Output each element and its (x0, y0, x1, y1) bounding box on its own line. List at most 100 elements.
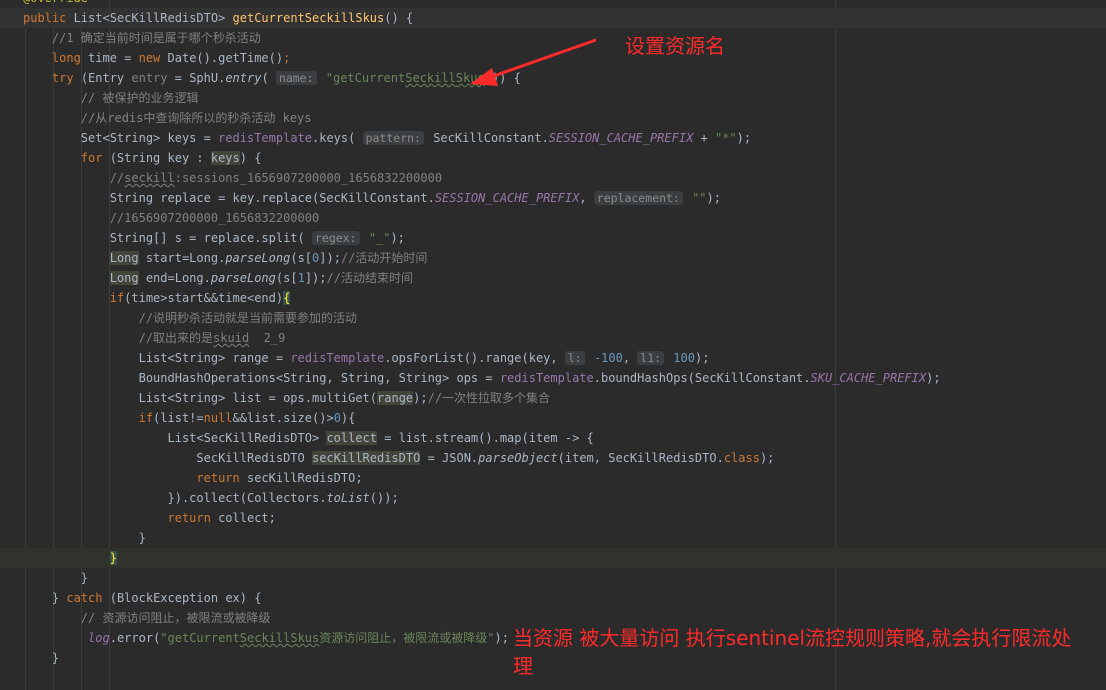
code-token: return (167, 511, 219, 525)
code-token: Long (109, 251, 139, 265)
parameter-hint: l: (564, 351, 585, 365)
code-line[interactable]: Long end=Long.parseLong(s[1]);//活动结束时间 (0, 268, 1106, 288)
code-token: getCurrentSeckillSkus (232, 11, 385, 25)
parameter-hint: pattern: (362, 131, 424, 145)
code-token: } (23, 591, 67, 605)
code-token: SESSION_CACHE_PREFIX (548, 131, 694, 145)
code-token: List<SecKillRedisDTO> (23, 431, 327, 445)
code-editor[interactable]: @Override public List<SecKillRedisDTO> ge… (0, 0, 1106, 690)
code-line[interactable]: return secKillRedisDTO; (0, 468, 1106, 488)
code-line[interactable]: // 被保护的业务逻辑 (0, 88, 1106, 108)
code-line[interactable]: SecKillRedisDTO secKillRedisDTO = JSON.p… (0, 448, 1106, 468)
code-token: // (23, 171, 125, 185)
code-token: redisTemplate (499, 371, 594, 385)
code-token: BoundHashOperations<String, String, Stri… (23, 371, 500, 385)
code-line[interactable]: @Override (0, 0, 1106, 8)
code-token: (s[ (275, 271, 298, 285)
code-token: } (109, 551, 117, 565)
code-line[interactable]: } (0, 548, 1106, 568)
code-token: List<String> range = (23, 351, 291, 365)
code-token: + (693, 131, 715, 145)
code-token: .opsForList().range(key, (384, 351, 565, 365)
code-line[interactable]: List<String> range = redisTemplate.opsFo… (0, 348, 1106, 368)
code-token: //从redis中查询除所以的秒杀活动 keys (23, 111, 312, 125)
code-token: //1 确定当前时间是属于哪个秒杀活动 (23, 31, 261, 45)
code-line[interactable]: } (0, 568, 1106, 588)
code-token: skuid (213, 331, 250, 345)
code-token: parseLong (210, 271, 276, 285)
code-token: "getCurrent (318, 71, 406, 85)
code-token: class (723, 451, 760, 465)
code-token: Skus (290, 631, 320, 645)
code-token: 1 (297, 271, 305, 285)
code-line[interactable]: for (String key : keys) { (0, 148, 1106, 168)
code-token: SESSION_CACHE_PREFIX (434, 191, 580, 205)
code-line[interactable]: if(time>start&&time<end){ (0, 288, 1106, 308)
code-line[interactable]: //1 确定当前时间是属于哪个秒杀活动 (0, 28, 1106, 48)
code-token: SecKillConstant. (425, 131, 549, 145)
code-line[interactable]: //1656907200000_1656832200000 (0, 208, 1106, 228)
code-token: } (23, 651, 60, 665)
code-token: -100 (586, 351, 623, 365)
code-token: seckill (124, 171, 175, 185)
code-line[interactable]: //从redis中查询除所以的秒杀活动 keys (0, 108, 1106, 128)
code-line[interactable]: //取出来的是skuid 2_9 (0, 328, 1106, 348)
code-token: () { (384, 11, 414, 25)
code-line[interactable]: if(list!=null&&list.size()>0){ (0, 408, 1106, 428)
code-line[interactable]: long time = new Date().getTime(); (0, 48, 1106, 68)
code-token: ]); (319, 251, 341, 265)
annotation-flow-control-line2: 理 (513, 654, 533, 678)
code-line[interactable]: } catch (BlockException ex) { (0, 588, 1106, 608)
code-token: // 资源访问阻止，被限流或被降级 (23, 611, 271, 625)
code-line[interactable]: Set<String> keys = redisTemplate.keys( p… (0, 128, 1106, 148)
code-token: ( (261, 71, 276, 85)
code-token: ) { (239, 151, 262, 165)
code-line[interactable]: BoundHashOperations<String, String, Stri… (0, 368, 1106, 388)
code-line[interactable]: String replace = key.replace(SecKillCons… (0, 188, 1106, 208)
code-token: List<String> list = ops.multiGet( (23, 391, 378, 405)
annotation-resource-name: 设置资源名 (625, 34, 725, 58)
code-token: parseLong (225, 251, 291, 265)
code-token: Seckill (405, 71, 456, 85)
code-token: } (23, 531, 146, 545)
code-token: collect (326, 431, 378, 445)
code-token: catch (66, 591, 110, 605)
code-line[interactable]: Long start=Long.parseLong(s[0]);//活动开始时间 (0, 248, 1106, 268)
code-line[interactable]: //seckill:sessions_1656907200000_1656832… (0, 168, 1106, 188)
annotation-flow-control-line1: 当资源 被大量访问 执行sentinel流控规则策略,就会执行限流处 (513, 626, 1072, 650)
code-token: redisTemplate (290, 351, 385, 365)
code-line[interactable]: public List<SecKillRedisDTO> getCurrentS… (0, 8, 1106, 28)
code-token: ); (706, 191, 721, 205)
code-token: ); (413, 391, 428, 405)
code-line[interactable] (0, 668, 1106, 688)
code-line[interactable]: String[] s = replace.split( regex: "_"); (0, 228, 1106, 248)
code-token: "*" (714, 131, 737, 145)
code-token: List<SecKillRedisDTO> (73, 11, 233, 25)
code-token: Long (109, 271, 139, 285)
code-line[interactable]: List<String> list = ops.multiGet(range);… (0, 388, 1106, 408)
code-line[interactable]: } (0, 528, 1106, 548)
parameter-hint: regex: (311, 231, 360, 245)
code-token: // 被保护的业务逻辑 (23, 91, 199, 105)
code-line[interactable]: }).collect(Collectors.toList()); (0, 488, 1106, 508)
code-token: parseObject (478, 451, 558, 465)
code-token: (item, SecKillRedisDTO. (557, 451, 724, 465)
code-token: "getCurrent (160, 631, 240, 645)
code-token: .keys( (312, 131, 363, 145)
code-token: 0 (333, 411, 341, 425)
code-line[interactable]: try (Entry entry = SphU.entry( name: "ge… (0, 68, 1106, 88)
code-line[interactable]: List<SecKillRedisDTO> collect = list.str… (0, 428, 1106, 448)
code-token: for (80, 151, 110, 165)
code-line[interactable]: return collect; (0, 508, 1106, 528)
code-line[interactable]: //说明秒杀活动就是当前需要参加的活动 (0, 308, 1106, 328)
code-token: (time>start&&time<end) (124, 291, 284, 305)
code-token: 100 (666, 351, 695, 365)
code-token: ); (494, 631, 509, 645)
